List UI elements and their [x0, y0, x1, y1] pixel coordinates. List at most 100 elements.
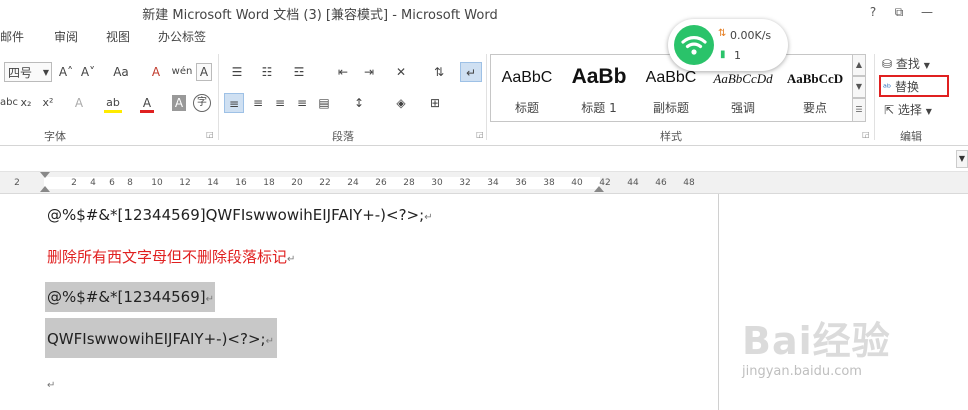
ruler-tick-label: 44 — [627, 178, 639, 188]
ruler-tick-label: 40 — [571, 178, 583, 188]
line-spacing-button[interactable]: ↕ — [344, 93, 374, 113]
window-title: 新建 Microsoft Word 文档 (3) [兼容模式] - Micros… — [142, 8, 498, 23]
pinyin-guide-button[interactable]: wén — [170, 62, 194, 82]
ruler-tick-label: 18 — [263, 178, 275, 188]
binoculars-icon: ⛁ — [882, 57, 893, 71]
style-name: 标题 — [514, 101, 539, 115]
first-indent-marker[interactable] — [40, 172, 50, 178]
ruler-tick-label: 30 — [431, 178, 443, 188]
chevron-down-icon: ▼ — [42, 68, 49, 77]
replace-button[interactable]: ᵃᵇ 替换 — [879, 75, 949, 97]
tab-office-tab[interactable]: 办公标签 — [158, 28, 206, 45]
baidu-jingyan-watermark: Bai经验 jingyan.baidu.com — [742, 300, 952, 400]
connected-count: 1 — [734, 49, 741, 62]
show-marks-button[interactable]: ↵ — [460, 62, 482, 82]
paragraph-5[interactable]: ↵ — [47, 374, 55, 392]
gallery-scroll-down-icon[interactable]: ▼ — [852, 76, 866, 98]
font-color-button[interactable]: A — [140, 93, 154, 113]
style-sample: AaBbCcD — [786, 71, 844, 86]
traffic-arrows-icon: ⇅ — [718, 28, 727, 39]
char-shade-button[interactable]: A — [172, 95, 186, 111]
ruler-tick-label: 26 — [375, 178, 387, 188]
chinese-layout-button[interactable]: ✕ — [386, 62, 416, 82]
tab-review[interactable]: 审阅 — [54, 28, 78, 45]
restore-button[interactable]: ⧉ — [888, 3, 910, 21]
char-border-button[interactable]: A — [196, 63, 212, 81]
numbering-button[interactable]: ☷ — [254, 62, 280, 82]
superscript-button[interactable]: x² — [40, 93, 56, 113]
editing-group-label: 编辑 — [900, 130, 922, 143]
subscript-button[interactable]: x₂ — [18, 93, 34, 113]
ruler-tick-label: 34 — [487, 178, 499, 188]
watermark-brand: Bai经验 — [742, 319, 891, 363]
paragraph-text: 删除所有西文字母但不删除段落标记 — [47, 248, 288, 266]
align-center-button[interactable]: ≡ — [248, 93, 268, 113]
distributed-button[interactable]: ▤ — [314, 93, 334, 113]
ruler-tick-label: 38 — [543, 178, 555, 188]
ruler-tick-label: 6 — [109, 178, 115, 188]
ruler-tick-label: 36 — [515, 178, 527, 188]
multilevel-list-button[interactable]: ☲ — [284, 62, 314, 82]
paragraph-4[interactable]: QWFIswwowihEIJFAIY+-)<?>;↵ — [47, 330, 274, 348]
shading-button[interactable]: ◈ — [386, 93, 416, 113]
font-dialog-launcher-icon[interactable]: ◲ — [206, 130, 214, 139]
clear-format-button[interactable]: A — [148, 62, 164, 82]
align-right-button[interactable]: ≡ — [270, 93, 290, 113]
style-sample: AaBbC — [501, 69, 553, 86]
justify-button[interactable]: ≡ — [292, 93, 312, 113]
ruler-tick-label: 20 — [291, 178, 303, 188]
bullets-button[interactable]: ☰ — [224, 62, 250, 82]
borders-button[interactable]: ⊞ — [420, 93, 450, 113]
paragraph-dialog-launcher-icon[interactable]: ◲ — [476, 130, 484, 139]
page-right-edge — [718, 194, 719, 410]
ruler-tick-label: 8 — [127, 178, 133, 188]
watermark-url: jingyan.baidu.com — [742, 364, 862, 379]
decrease-indent-button[interactable]: ⇤ — [332, 62, 354, 82]
text-effect-button[interactable]: A — [72, 93, 86, 113]
ruler-tick-label: 22 — [319, 178, 331, 188]
find-button[interactable]: ⛁ 查找 ▼ — [882, 54, 946, 74]
chevron-down-icon[interactable]: ▼ — [956, 150, 968, 168]
paragraph-1[interactable]: @%$#&*[12344569]QWFIswwowihEIJFAIY+-)<?>… — [47, 206, 433, 224]
increase-indent-button[interactable]: ⇥ — [358, 62, 380, 82]
select-label: 选择 — [897, 103, 922, 117]
paragraph-text: @%$#&*[12344569] — [47, 288, 206, 306]
enclose-char-button[interactable]: 字 — [193, 94, 211, 112]
strikethrough-button[interactable]: abc — [0, 93, 18, 113]
gallery-scroll-up-icon[interactable]: ▲ — [852, 54, 866, 76]
right-indent-marker[interactable] — [594, 186, 604, 192]
title-bar: 新建 Microsoft Word 文档 (3) [兼容模式] - Micros… — [0, 0, 968, 24]
style-title[interactable]: AaBbC 标题 — [491, 59, 563, 119]
help-button[interactable]: ? — [862, 3, 884, 21]
shrink-font-button[interactable]: A˅ — [80, 62, 96, 82]
chevron-down-icon: ▼ — [925, 107, 932, 116]
grow-font-button[interactable]: A˄ — [58, 62, 74, 82]
highlight-button[interactable]: ab — [104, 93, 122, 113]
paragraph-2[interactable]: 删除所有西文字母但不删除段落标记↵ — [47, 246, 295, 267]
ruler-tick-label: 16 — [235, 178, 247, 188]
ruler-tick-label: 10 — [151, 178, 163, 188]
tab-view[interactable]: 视图 — [106, 28, 130, 45]
paragraph-text: QWFIswwowihEIJFAIY+-)<?>; — [47, 330, 266, 348]
sort-button[interactable]: ⇅ — [428, 62, 450, 82]
gallery-more-icon[interactable]: ☰ — [852, 98, 866, 122]
paragraph-3[interactable]: @%$#&*[12344569]↵ — [47, 288, 214, 306]
style-strong[interactable]: AaBbCcD 要点 — [779, 59, 851, 119]
change-case-button[interactable]: Aa — [108, 62, 134, 82]
tab-mail[interactable]: 邮件 — [0, 28, 24, 45]
paragraph-mark-icon: ↵ — [424, 212, 433, 223]
wifi-speed-value: 0.00K/s — [730, 29, 772, 42]
horizontal-ruler[interactable]: 2 2 4 6 8 10 12 14 16 18 20 22 24 26 28 … — [0, 172, 968, 194]
select-button[interactable]: ⇱ 选择 ▼ — [884, 100, 948, 120]
minimize-button[interactable]: — — [916, 3, 938, 21]
align-left-button[interactable]: ≡ — [224, 93, 244, 113]
hanging-indent-marker[interactable] — [40, 186, 50, 192]
styles-dialog-launcher-icon[interactable]: ◲ — [862, 130, 870, 139]
ribbon-collapsed-bar: ▼ — [0, 146, 968, 172]
style-name: 强调 — [730, 101, 755, 115]
ruler-tick-label: 24 — [347, 178, 359, 188]
ruler-tick-label: 2 — [14, 178, 20, 188]
font-size-select[interactable]: 四号 ▼ — [4, 62, 52, 82]
style-heading-1[interactable]: AaBb 标题 1 — [563, 59, 635, 119]
wifi-speed-widget[interactable]: ⇅ 0.00K/s ▮ 1 — [668, 19, 788, 71]
